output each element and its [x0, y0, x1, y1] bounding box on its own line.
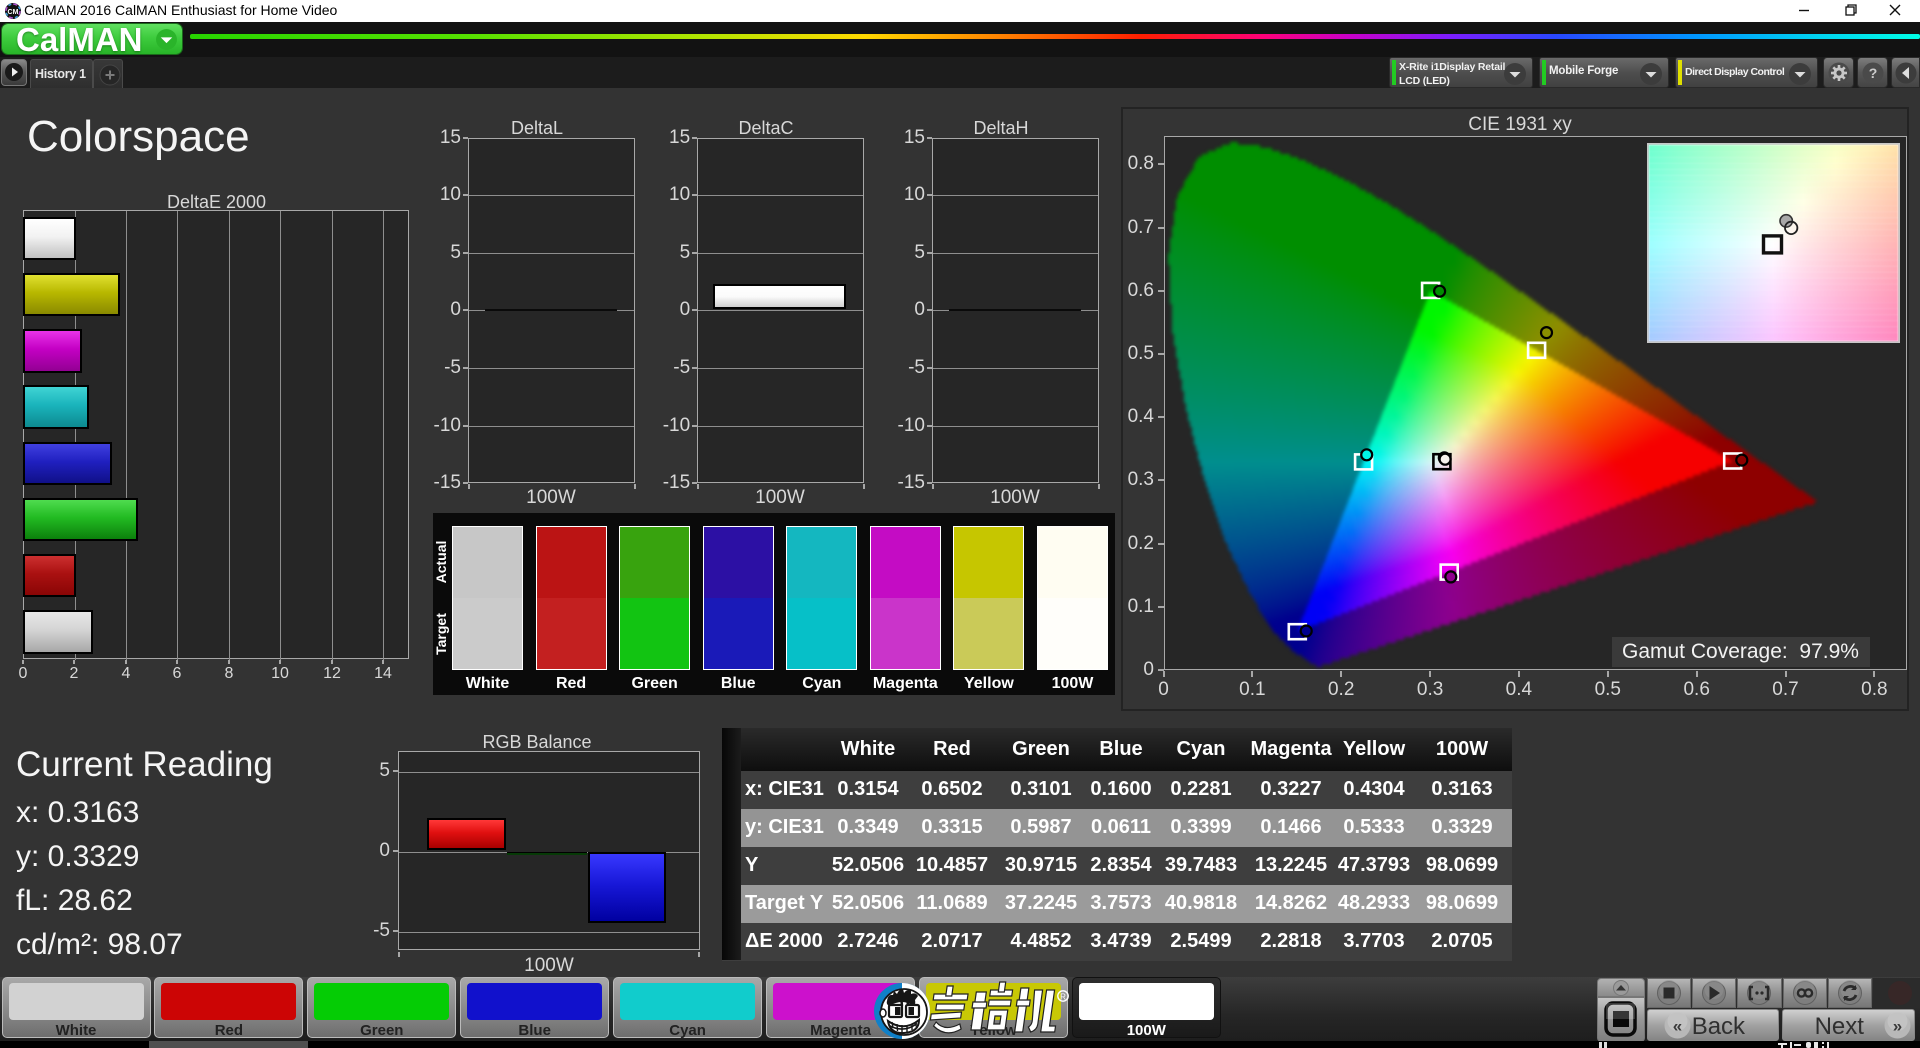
svg-text:Target: Target: [433, 613, 449, 655]
svg-text:R: R: [1060, 993, 1066, 1002]
svg-text:»: »: [1892, 1017, 1901, 1036]
svg-text:Actual: Actual: [433, 541, 449, 584]
svg-text:«: «: [1672, 1017, 1681, 1036]
svg-text:?: ?: [1869, 65, 1878, 81]
svg-text:CM: CM: [8, 9, 19, 16]
